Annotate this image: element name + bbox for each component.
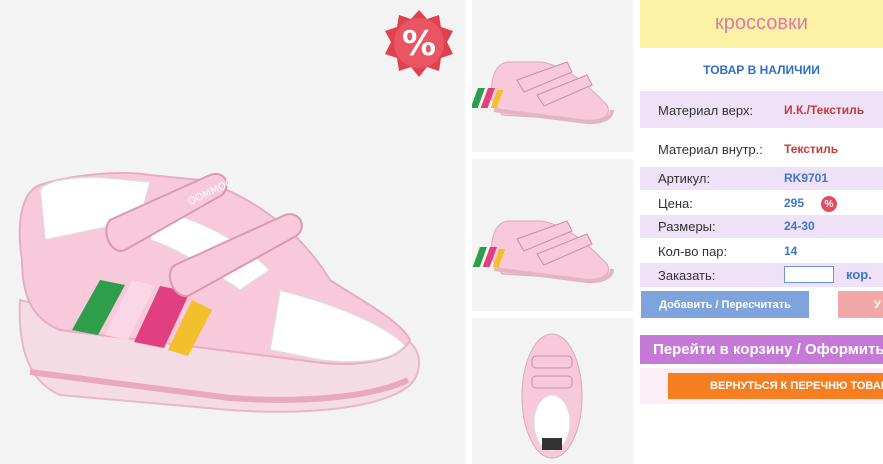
thumbnail-3[interactable] xyxy=(472,318,633,464)
sale-percent-icon: % xyxy=(821,196,837,212)
back-button-container: ВЕРНУТЬСЯ К ПЕРЕЧНЮ ТОВАРОВ xyxy=(640,368,883,404)
discount-badge: % xyxy=(384,9,454,79)
spec-value: Текстиль xyxy=(784,142,839,156)
order-label: Заказать: xyxy=(658,268,716,283)
spec-value: RK9701 xyxy=(784,171,829,185)
spec-value: 24-30 xyxy=(784,219,815,233)
spec-value: И.К./Текстиль xyxy=(784,103,865,117)
delete-button[interactable]: У xyxy=(838,291,883,318)
spec-label: Артикул: xyxy=(658,171,711,186)
go-to-cart-button[interactable]: Перейти в корзину / Оформить заказ xyxy=(640,335,883,364)
spec-label: Цена: xyxy=(658,196,693,211)
spec-label: Размеры: xyxy=(658,219,716,234)
order-unit: кор. xyxy=(846,267,872,282)
order-row: Заказать: кор. xyxy=(640,263,883,287)
product-info-panel: кроссовки ТОВАР В НАЛИЧИИ Материал верх:… xyxy=(640,0,883,464)
spec-row-material-inner: Материал внутр.: Текстиль xyxy=(640,130,883,167)
spec-row-price: Цена: 295 % xyxy=(640,191,883,215)
spec-label: Материал внутр.: xyxy=(658,142,763,157)
product-title: кроссовки xyxy=(715,12,808,34)
back-to-list-button[interactable]: ВЕРНУТЬСЯ К ПЕРЕЧНЮ ТОВАРОВ xyxy=(668,373,883,399)
spec-label: Кол-во пар: xyxy=(658,244,728,259)
price-value: 295 xyxy=(784,196,805,210)
discount-percent-icon: % xyxy=(401,24,437,64)
spec-row-article: Артикул: RK9701 xyxy=(640,167,883,190)
thumbnail-1[interactable] xyxy=(472,0,633,152)
stock-status: ТОВАР В НАЛИЧИИ xyxy=(703,63,820,77)
spec-value: 14 xyxy=(784,244,798,258)
spec-row-material-upper: Материал верх: И.К./Текстиль xyxy=(640,91,883,128)
order-quantity-input[interactable] xyxy=(784,266,834,283)
spec-row-sizes: Размеры: 24-30 xyxy=(640,215,883,238)
main-product-image: OOMMOO % xyxy=(0,0,465,464)
thumbnail-2[interactable] xyxy=(472,159,633,311)
spec-label: Материал верх: xyxy=(658,103,754,118)
product-title-bar: кроссовки xyxy=(640,0,883,48)
spec-row-pairs: Кол-во пар: 14 xyxy=(640,239,883,263)
add-recalculate-button[interactable]: Добавить / Пересчитать xyxy=(641,291,809,318)
back-to-list-label: ВЕРНУТЬСЯ К ПЕРЕЧНЮ ТОВАРОВ xyxy=(710,380,883,392)
